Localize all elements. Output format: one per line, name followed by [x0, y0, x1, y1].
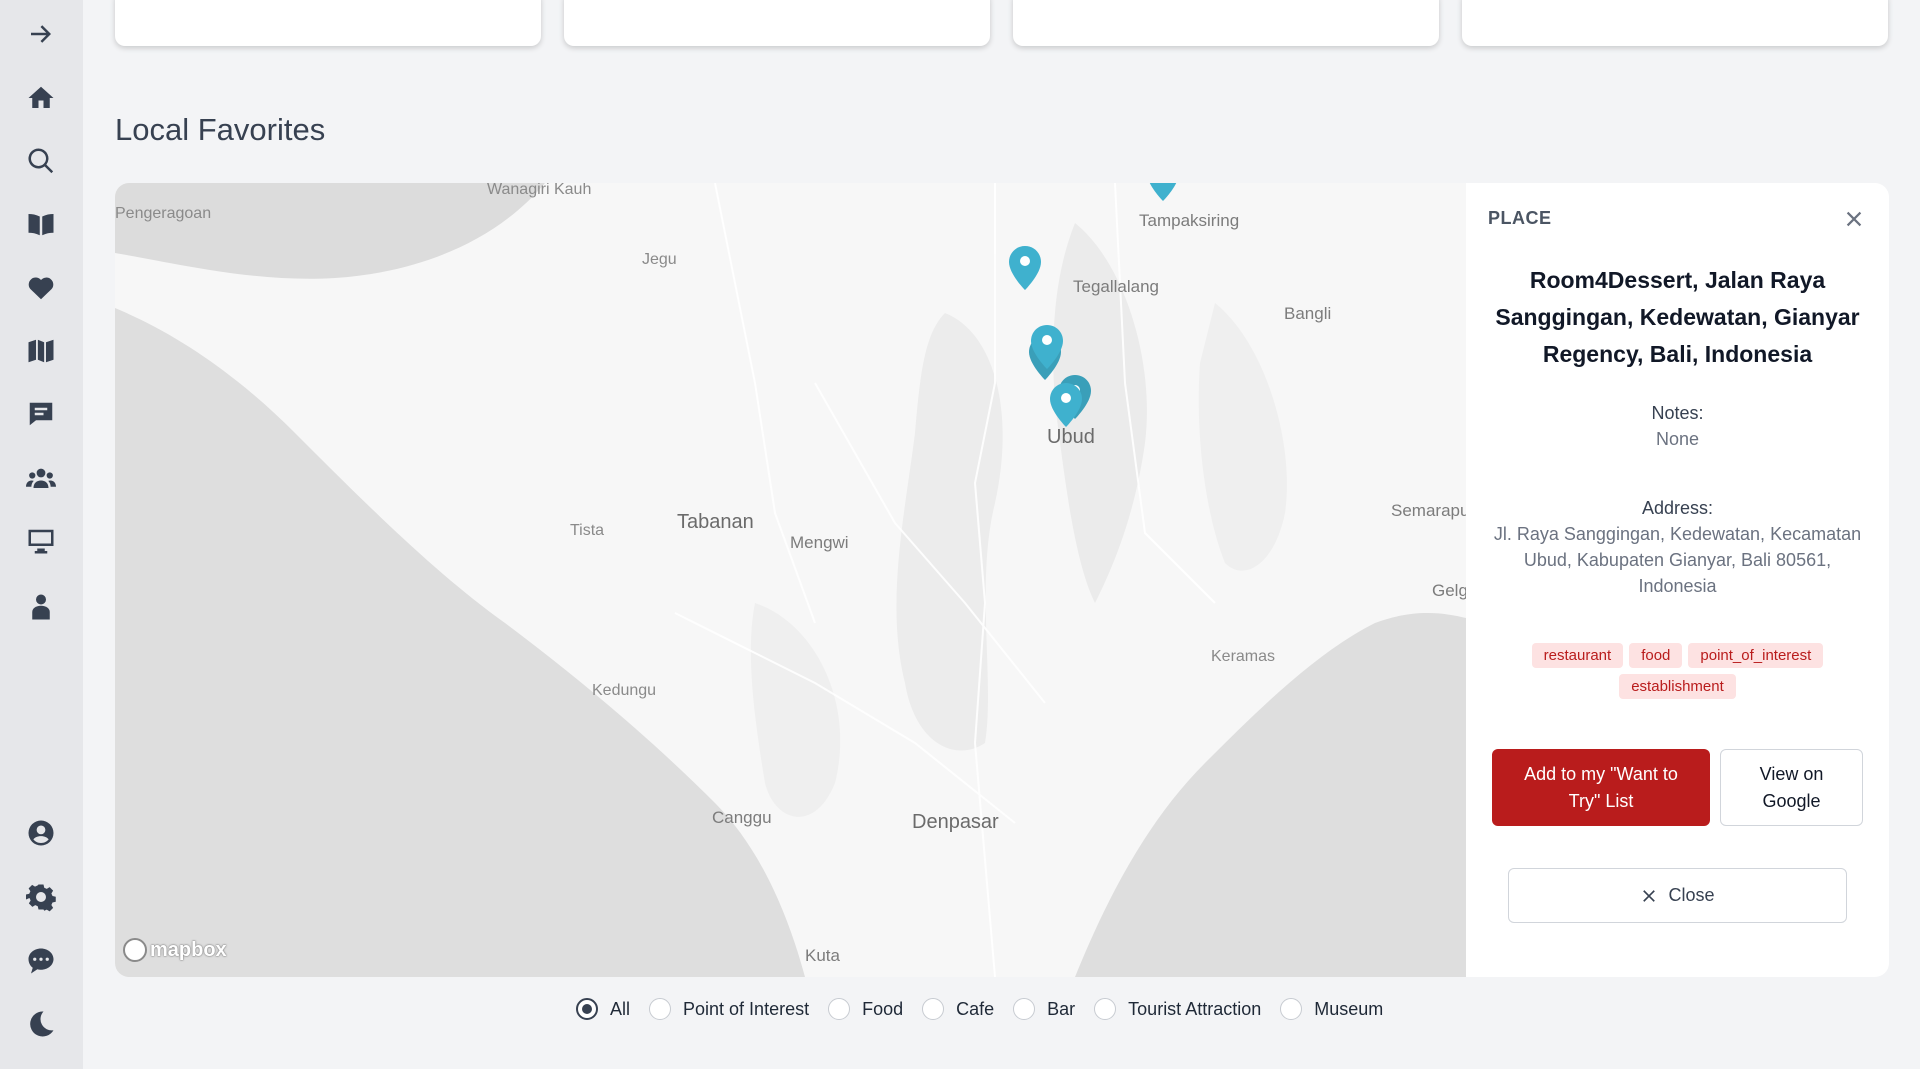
notes-value: None — [1655, 429, 1700, 449]
top-card-2[interactable] — [564, 0, 990, 46]
map-label: Denpasar — [912, 811, 999, 833]
close-icon[interactable] — [1840, 205, 1868, 233]
top-card-3[interactable] — [1013, 0, 1439, 46]
map-label: Wanagiri Kauh — [487, 183, 592, 198]
filter-label: Cafe — [956, 998, 995, 1019]
filter-label: Food — [862, 998, 904, 1019]
radio-button[interactable] — [1094, 998, 1117, 1020]
tag: food — [1629, 643, 1683, 668]
map-card: Wanagiri Kauh Pengeragoan Jegu Tampaksir… — [115, 183, 1889, 977]
filter-museum[interactable]: Museum — [1280, 998, 1383, 1020]
map-label: Jegu — [642, 251, 677, 268]
users-icon[interactable] — [20, 457, 62, 499]
map-label: Semarapu — [1391, 501, 1470, 520]
notes-label: Notes: — [1651, 403, 1704, 423]
radio-button[interactable] — [1280, 998, 1303, 1020]
filter-label: All — [610, 998, 631, 1019]
mapbox-logo[interactable]: mapbox — [123, 938, 227, 962]
address-value: Jl. Raya Sanggingan, Kedewatan, Kecamata… — [1493, 524, 1862, 596]
filter-label: Bar — [1047, 998, 1076, 1019]
close-button-label: Close — [1668, 885, 1715, 905]
tag: point_of_interest — [1688, 643, 1824, 668]
close-icon — [1643, 889, 1656, 902]
map-label: Gelg — [1432, 581, 1468, 600]
user-circle-icon[interactable] — [20, 812, 62, 854]
section-title: Local Favorites — [115, 112, 326, 147]
map-marker[interactable] — [1048, 381, 1084, 429]
filter-cafe[interactable]: Cafe — [922, 998, 994, 1020]
filter-label: Point of Interest — [683, 998, 810, 1019]
app-root: Local Favorites Wanagiri Kauh Pengeragoa… — [0, 0, 1920, 1069]
person-icon[interactable] — [20, 586, 62, 628]
map-marker[interactable] — [1145, 183, 1181, 203]
filter-label: Museum — [1314, 998, 1384, 1019]
map-canvas[interactable]: Wanagiri Kauh Pengeragoan Jegu Tampaksir… — [115, 183, 1470, 977]
category-filter: All Point of Interest Food Cafe Bar Tour… — [576, 998, 1402, 1020]
filter-label: Tourist Attraction — [1128, 998, 1262, 1019]
message-icon[interactable] — [20, 393, 62, 435]
radio-button[interactable] — [576, 998, 598, 1020]
monitor-icon[interactable] — [20, 520, 62, 562]
panel-heading: PLACE — [1488, 208, 1552, 228]
filter-food[interactable]: Food — [828, 998, 903, 1020]
map-label: Pengeragoan — [115, 205, 212, 222]
address-label: Address: — [1641, 498, 1714, 518]
filter-bar[interactable]: Bar — [1013, 998, 1075, 1020]
map-label: Kedungu — [592, 682, 657, 699]
close-button[interactable]: Close — [1508, 868, 1847, 923]
map-label: Canggu — [712, 808, 772, 827]
radio-button[interactable] — [649, 998, 672, 1020]
heart-icon[interactable] — [20, 267, 62, 309]
map-label: Tista — [570, 522, 605, 539]
place-panel: PLACE Room4Dessert, Jalan Raya Sangginga… — [1466, 183, 1889, 977]
radio-button[interactable] — [1013, 998, 1036, 1020]
tag-list: restaurant food point_of_interest establ… — [1496, 643, 1859, 699]
map-label: Mengwi — [790, 533, 849, 552]
map-label: Ubud — [1047, 426, 1095, 448]
view-on-google-button[interactable]: View on Google — [1720, 749, 1863, 826]
chat-bubble-icon[interactable] — [20, 940, 62, 982]
radio-button[interactable] — [828, 998, 851, 1020]
map-label: Bangli — [1284, 304, 1332, 323]
top-card-4[interactable] — [1462, 0, 1888, 46]
filter-all[interactable]: All — [576, 998, 630, 1020]
add-to-want-to-try-button[interactable]: Add to my "Want to Try" List — [1492, 749, 1710, 826]
map-marker[interactable] — [1029, 323, 1065, 371]
map-terrain — [115, 183, 1466, 977]
map-label: Kuta — [805, 946, 840, 965]
mapbox-attribution: mapbox — [150, 938, 227, 961]
book-icon[interactable] — [20, 203, 62, 245]
place-name: Room4Dessert, Jalan Raya Sanggingan, Ked… — [1495, 267, 1860, 367]
map-marker[interactable] — [1007, 244, 1043, 292]
gear-icon[interactable] — [20, 876, 62, 918]
arrow-right-icon[interactable] — [20, 13, 62, 55]
filter-tourist-attraction[interactable]: Tourist Attraction — [1094, 998, 1261, 1020]
tag: establishment — [1619, 674, 1736, 699]
map-label: Tabanan — [677, 511, 754, 533]
radio-button[interactable] — [922, 998, 945, 1020]
top-card-1[interactable] — [115, 0, 541, 46]
map-label: Keramas — [1211, 648, 1276, 665]
search-icon[interactable] — [20, 140, 62, 182]
filter-point-of-interest[interactable]: Point of Interest — [649, 998, 809, 1020]
home-icon[interactable] — [20, 77, 62, 119]
tag: restaurant — [1531, 643, 1624, 668]
moon-icon[interactable] — [20, 1003, 62, 1045]
sidebar — [0, 0, 83, 1069]
map-label: Tegallalang — [1073, 277, 1160, 296]
map-icon[interactable] — [20, 330, 62, 372]
map-label: Tampaksiring — [1139, 211, 1240, 230]
mapbox-logo-icon — [123, 938, 147, 962]
